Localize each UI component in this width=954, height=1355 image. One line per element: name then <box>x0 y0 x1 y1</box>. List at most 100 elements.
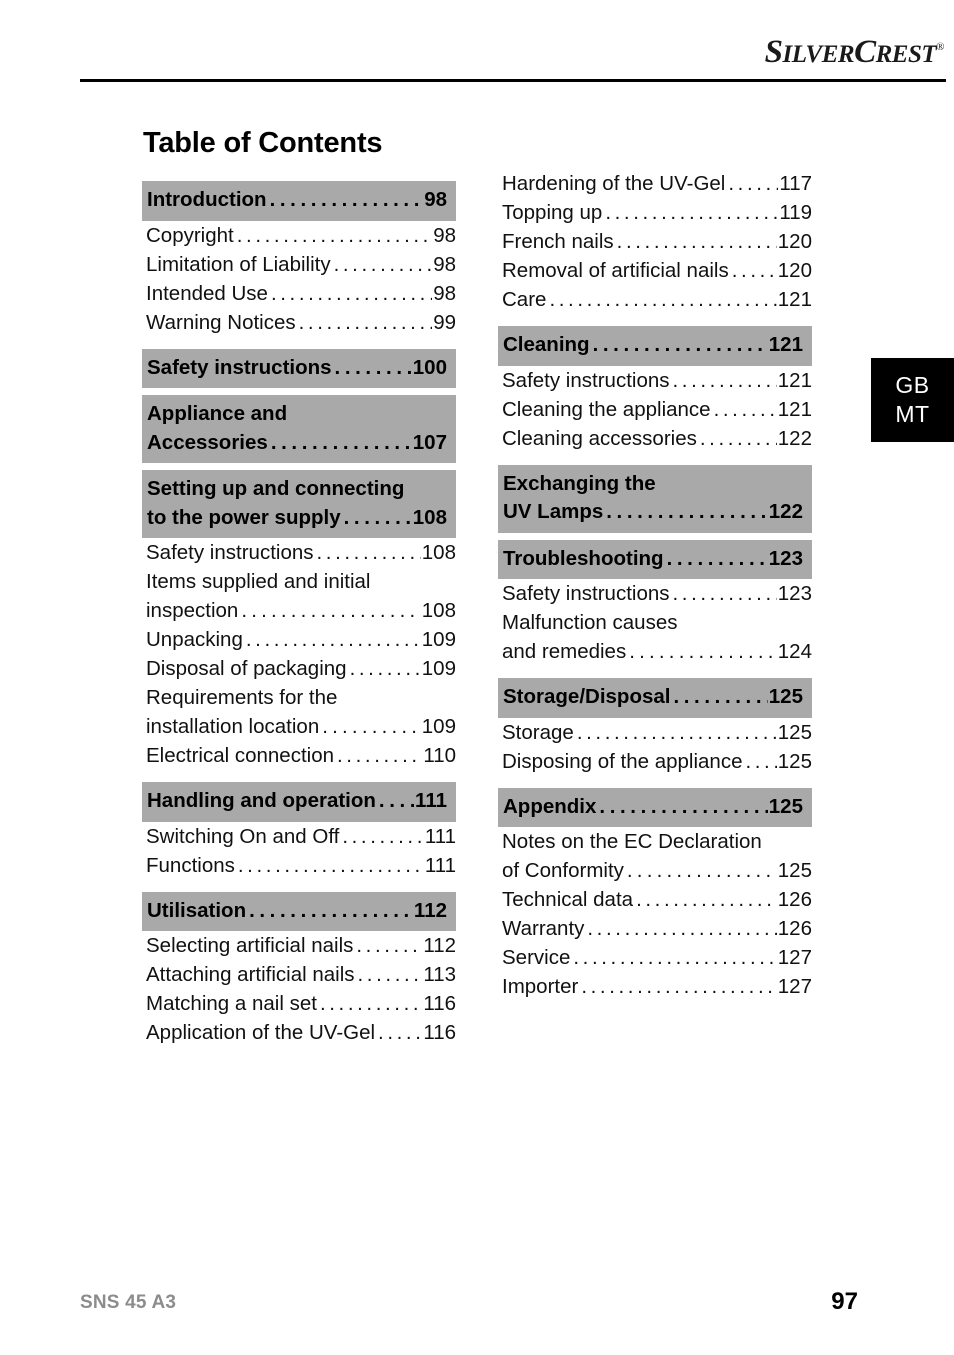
toc-entry-title: French nails <box>502 230 614 253</box>
toc-entry[interactable]: Limitation of Liability.................… <box>142 252 456 284</box>
toc-page-number: 121 <box>768 333 803 356</box>
toc-entry[interactable]: Attaching artificial nails..............… <box>142 964 456 994</box>
toc-entry[interactable]: Requirements for the installation locatio… <box>142 686 456 746</box>
toc-section-header[interactable]: Utilisation.............................… <box>142 891 456 931</box>
toc-entry[interactable]: Storage...............................12… <box>498 720 812 752</box>
toc-entry-title: Limitation of Liability <box>146 252 331 276</box>
toc-section-title: Cleaning <box>503 333 590 356</box>
leader-dots: ............................... <box>319 994 423 1015</box>
toc-entry-title: Cleaning the appliance <box>502 397 711 421</box>
leader-dots: ............................... <box>731 261 777 282</box>
toc-entry[interactable]: Topping up..............................… <box>498 201 812 232</box>
toc-section-header[interactable]: Safety instructions.....................… <box>142 348 456 388</box>
toc-entry[interactable]: Technical data..........................… <box>498 888 812 919</box>
toc-entry-title: Unpacking <box>146 628 243 651</box>
toc-section-title: Appendix <box>503 794 597 818</box>
leader-dots: ............................... <box>592 335 768 356</box>
toc-page-number: 121 <box>777 288 812 311</box>
toc-entry[interactable]: Removal of artificial nails.............… <box>498 260 812 290</box>
toc-entry[interactable]: Functions...............................… <box>142 855 456 885</box>
leader-dots: ............................... <box>666 548 768 569</box>
toc-page-number: 110 <box>423 744 456 767</box>
toc-section-header[interactable]: Troubleshooting.........................… <box>498 539 812 579</box>
toc-entry[interactable]: Cleaning accessories....................… <box>498 428 812 458</box>
toc-entry[interactable]: Cleaning the appliance..................… <box>498 397 812 429</box>
toc-entry-title: installation location <box>146 715 320 738</box>
toc-page-number: 125 <box>777 720 812 744</box>
leader-dots: ............................... <box>587 919 776 940</box>
toc-section-title: Introduction <box>147 188 267 211</box>
toc-section-header[interactable]: Appendix...............................1… <box>498 787 812 827</box>
toc-section-header[interactable]: Handling and operation..................… <box>142 782 456 822</box>
toc-entry[interactable]: Disposing of the appliance..............… <box>498 749 812 781</box>
toc-entry[interactable]: Matching a nail set.....................… <box>142 993 456 1023</box>
toc-entry-title: Safety instructions <box>502 582 670 605</box>
leader-dots: ............................... <box>616 232 777 253</box>
toc-page-number: 109 <box>421 657 456 680</box>
toc-section-header[interactable]: Exchanging the UV Lamps..................… <box>498 464 812 533</box>
toc-page-number: 108 <box>412 505 447 529</box>
toc-entry[interactable]: Safety instructions.....................… <box>498 370 812 400</box>
toc-entry[interactable]: Safety instructions.....................… <box>142 541 456 572</box>
toc-entry[interactable]: Switching On and Off....................… <box>142 824 456 856</box>
toc-section-title-line: Exchanging the <box>503 471 656 495</box>
toc-section-header[interactable]: Setting up and connecting to the power su… <box>142 470 456 538</box>
leader-dots: ............................... <box>337 746 422 767</box>
toc-page-number: 109 <box>421 715 456 738</box>
toc-section-header[interactable]: Introduction............................… <box>142 181 456 221</box>
toc-entry[interactable]: Malfunction causes and remedies..........… <box>498 611 812 671</box>
leader-dots: ............................... <box>378 791 414 812</box>
toc-entry-title: Topping up <box>502 201 603 224</box>
toc-entry-title: and remedies <box>502 640 627 663</box>
toc-page-number: 123 <box>768 546 803 570</box>
leader-dots: ............................... <box>333 254 433 275</box>
toc-entry[interactable]: Items supplied and initial inspection....… <box>142 571 456 630</box>
leader-dots: ............................... <box>334 357 412 378</box>
leader-dots: ............................... <box>599 796 767 817</box>
toc-section-header[interactable]: Appliance and Accessories................… <box>142 395 456 463</box>
toc-entry-title: Selecting artificial nails <box>146 934 354 957</box>
toc-entry[interactable]: Electrical connection...................… <box>142 744 456 775</box>
leader-dots: ............................... <box>241 601 420 622</box>
toc-entry[interactable]: Hardening of the UV-Gel.................… <box>498 172 812 203</box>
toc-entry-title: Importer <box>502 975 579 998</box>
leader-dots: ............................... <box>298 312 433 333</box>
toc-column-right: Hardening of the UV-Gel.................… <box>498 172 812 1006</box>
toc-entry-title: Hardening of the UV-Gel <box>502 172 726 195</box>
toc-entry[interactable]: Safety instructions.....................… <box>498 582 812 613</box>
leader-dots: ............................... <box>357 965 423 986</box>
toc-entry[interactable]: Notes on the EC Declaration of Conformity… <box>498 831 812 890</box>
toc-entry[interactable]: Care...............................121 <box>498 288 812 319</box>
toc-entry[interactable]: Importer...............................1… <box>498 975 812 1006</box>
toc-entry[interactable]: Selecting artificial nails..............… <box>142 934 456 965</box>
toc-page-number: 108 <box>421 541 456 564</box>
toc-entry[interactable]: French nails............................… <box>498 230 812 261</box>
toc-section-header[interactable]: Cleaning...............................1… <box>498 326 812 366</box>
toc-column-left: Introduction............................… <box>142 174 456 1052</box>
toc-page-number: 112 <box>413 898 447 922</box>
leader-dots: ............................... <box>349 659 421 680</box>
toc-entry-title-line: Requirements for the <box>146 686 338 709</box>
leader-dots: ............................... <box>713 399 777 420</box>
toc-section-header[interactable]: Storage/Disposal........................… <box>498 678 812 718</box>
toc-entry-title: of Conformity <box>502 859 624 882</box>
toc-entry[interactable]: Unpacking...............................… <box>142 628 456 659</box>
toc-entry-title-line: Malfunction causes <box>502 611 678 634</box>
toc-entry[interactable]: Copyright...............................… <box>142 225 456 255</box>
toc-entry[interactable]: Service...............................12… <box>498 947 812 977</box>
toc-entry[interactable]: Intended Use............................… <box>142 283 456 313</box>
toc-entry[interactable]: Application of the UV-Gel...............… <box>142 1022 456 1052</box>
toc-page-number: 125 <box>777 749 812 773</box>
toc-entry[interactable]: Disposal of packaging...................… <box>142 657 456 688</box>
leader-dots: ............................... <box>378 1023 422 1044</box>
toc-page-number: 126 <box>777 888 812 911</box>
footer-model-number: SNS 45 A3 <box>80 1292 177 1313</box>
toc-entry[interactable]: Warning Notices.........................… <box>142 312 456 342</box>
toc-section-title-line: Appliance and <box>147 402 288 425</box>
toc-entry-title: Electrical connection <box>146 744 335 767</box>
toc-page-number: 126 <box>777 917 812 940</box>
toc-entry[interactable]: Warranty...............................1… <box>498 917 812 948</box>
toc-page-number: 111 <box>424 824 456 848</box>
leader-dots: ............................... <box>606 502 768 523</box>
toc-page-number: 100 <box>412 355 447 379</box>
